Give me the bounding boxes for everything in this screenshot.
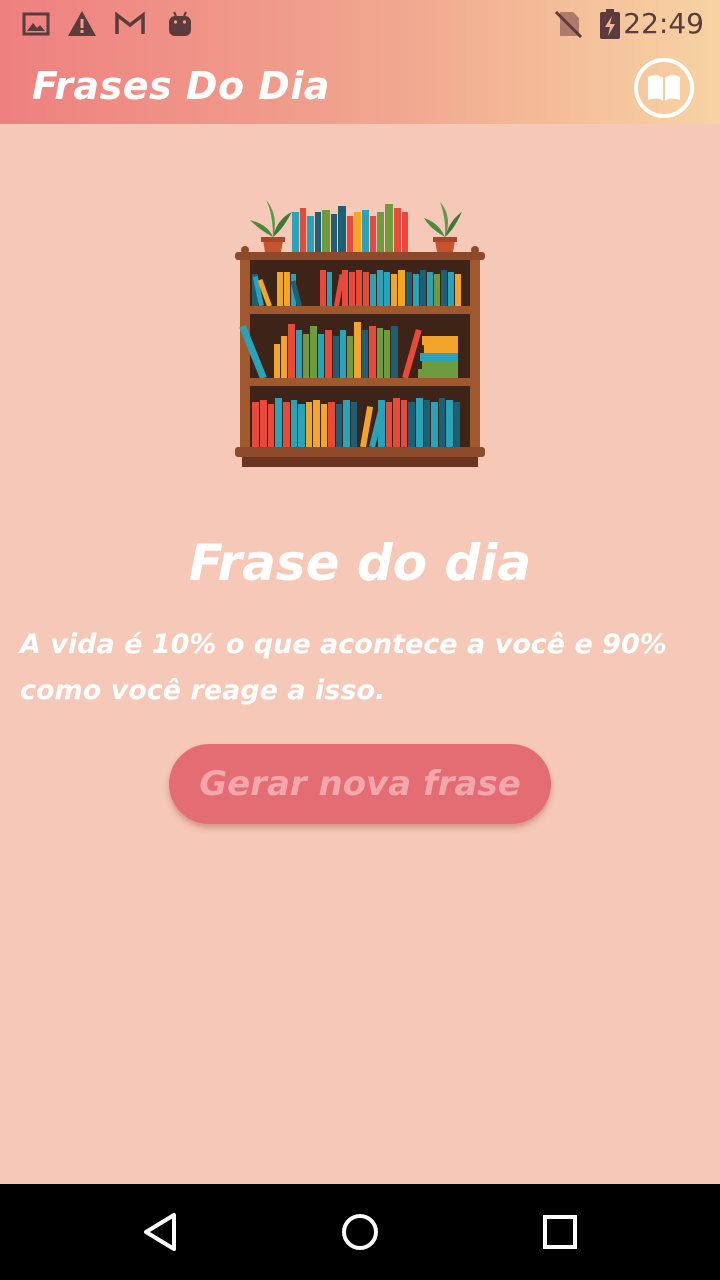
no-sim-icon — [554, 10, 583, 39]
image-icon — [22, 12, 50, 36]
gmail-icon — [115, 11, 145, 34]
recents-icon[interactable] — [536, 1208, 584, 1256]
status-bar: 22:49 — [0, 0, 720, 48]
quote-heading: Frase do dia — [188, 534, 532, 592]
clock: 22:49 — [623, 7, 704, 40]
home-icon[interactable] — [336, 1208, 384, 1256]
book-button[interactable] — [634, 58, 694, 118]
plant-right — [424, 202, 462, 252]
quote-text: A vida é 10% o que acontece a você e 90%… — [20, 629, 667, 706]
warning-icon — [68, 11, 96, 36]
app-title: Frases Do Dia — [32, 64, 330, 108]
bookshelf-illustration — [235, 200, 485, 467]
shelf-three-books — [252, 398, 460, 448]
top-books — [292, 204, 408, 252]
android-icon — [169, 11, 191, 36]
plant-left — [250, 200, 292, 252]
battery-charging-icon — [600, 9, 620, 39]
app-bar: 22:49 Frases Do Dia — [0, 0, 720, 124]
navigation-bar — [0, 1184, 720, 1280]
back-icon[interactable] — [136, 1208, 184, 1256]
shelf-top — [235, 252, 485, 260]
book-icon — [648, 75, 680, 101]
generate-quote-button[interactable]: Gerar nova frase — [169, 744, 551, 824]
